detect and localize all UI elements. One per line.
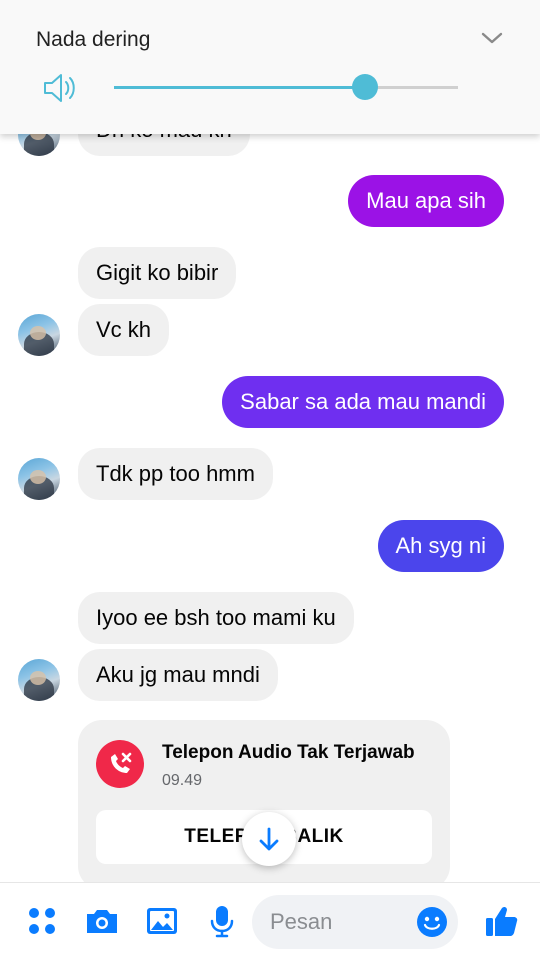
thumbs-up-icon[interactable]	[482, 901, 522, 941]
speaker-icon[interactable]	[42, 70, 78, 106]
missed-call-title: Telepon Audio Tak Terjawab	[162, 742, 415, 763]
message-incoming[interactable]: Aku jg mau mndi	[78, 649, 278, 701]
message-input-box[interactable]	[252, 895, 458, 949]
message-composer	[0, 882, 540, 960]
message-incoming[interactable]: Vc kh	[78, 304, 170, 356]
camera-icon[interactable]	[82, 901, 122, 941]
contact-avatar[interactable]	[18, 458, 60, 500]
message-outgoing[interactable]: Ah syg ni	[377, 520, 504, 572]
volume-slider-fill	[114, 86, 366, 89]
volume-slider[interactable]	[114, 74, 458, 100]
microphone-icon[interactable]	[202, 901, 242, 941]
volume-panel-title: Nada dering	[36, 28, 151, 51]
contact-avatar[interactable]	[18, 314, 60, 356]
chevron-down-icon[interactable]	[480, 28, 504, 48]
ringtone-volume-panel: Nada dering	[0, 0, 540, 134]
message-incoming[interactable]: Gigit ko bibir	[78, 247, 237, 299]
gallery-icon[interactable]	[142, 901, 182, 941]
contact-avatar[interactable]	[18, 659, 60, 701]
volume-slider-thumb[interactable]	[352, 74, 379, 100]
message-incoming[interactable]: Iyoo ee bsh too mami ku	[78, 592, 354, 644]
message-outgoing[interactable]: Sabar sa ada mau mandi	[222, 376, 504, 428]
emoji-icon[interactable]	[416, 906, 448, 938]
message-incoming[interactable]: Tdk pp too hmm	[78, 448, 273, 500]
arrow-down-icon	[259, 827, 279, 851]
missed-call-icon	[96, 740, 144, 788]
apps-icon[interactable]	[22, 901, 62, 941]
scroll-to-bottom-button[interactable]	[242, 812, 296, 866]
missed-call-time: 09.49	[162, 772, 203, 789]
message-outgoing[interactable]: Mau apa sih	[348, 175, 504, 227]
message-input[interactable]	[270, 895, 410, 949]
